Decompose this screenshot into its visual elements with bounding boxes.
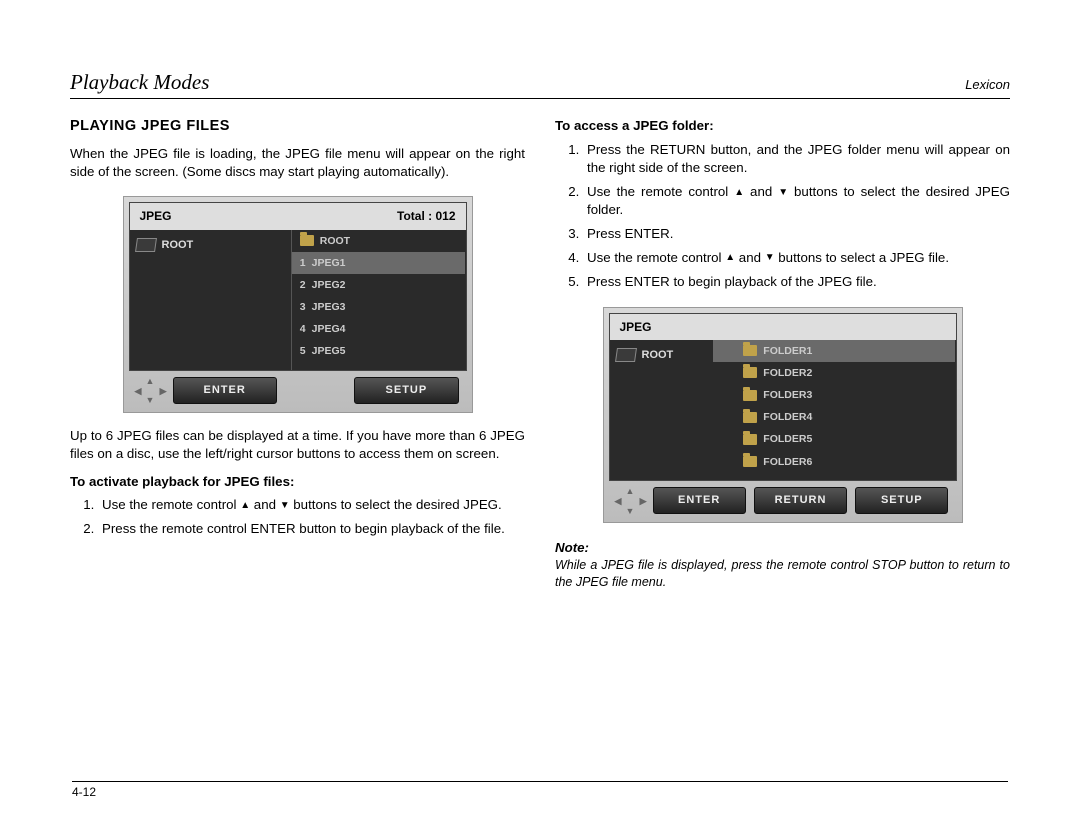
list-item: FOLDER5	[713, 428, 955, 450]
screenshot-titlebar: JPEG	[610, 314, 956, 340]
dpad-icon: ◀▶	[137, 377, 165, 405]
folder-icon	[743, 345, 757, 356]
note-label: Note:	[555, 539, 1010, 557]
content-columns: PLAYING JPEG FILES When the JPEG file is…	[70, 117, 1010, 590]
folder-list-pane: FOLDER1 FOLDER2 FOLDER3 FOLDER4 FOLDER5 …	[713, 340, 955, 480]
activate-steps: Use the remote control ▲ and ▼ buttons t…	[98, 496, 525, 538]
title-left: JPEG	[620, 319, 652, 335]
up-arrow-icon: ▲	[734, 186, 744, 200]
list-item: 2JPEG2	[292, 274, 466, 296]
list-item: FOLDER1	[713, 340, 955, 362]
sub-heading: To access a JPEG folder:	[555, 117, 1010, 135]
screenshot-footer: ◀▶ ENTER SETUP	[129, 371, 467, 407]
list-item: FOLDER3	[713, 384, 955, 406]
file-list-pane: ROOT 1JPEG1 2JPEG2 3JPEG3 4JPEG4 5JPEG5	[291, 230, 466, 370]
step: Press the remote control ENTER button to…	[98, 520, 525, 538]
folder-icon	[300, 235, 314, 246]
below-image-paragraph: Up to 6 JPEG files can be displayed at a…	[70, 427, 525, 463]
note-text: While a JPEG file is displayed, press th…	[555, 557, 1010, 591]
up-arrow-icon: ▲	[725, 251, 735, 265]
return-button: RETURN	[754, 487, 847, 514]
step: Press ENTER.	[583, 225, 1010, 243]
jpeg-folder-menu-screenshot: JPEG ROOT FOLDER1 FOLDER2 FOLDER3 FOLDER…	[603, 307, 963, 523]
root-label: ROOT	[162, 238, 194, 253]
down-arrow-icon: ▼	[280, 499, 290, 513]
list-item: 3JPEG3	[292, 296, 466, 318]
folder-icon	[743, 367, 757, 378]
page-header: Playback Modes Lexicon	[70, 70, 1010, 99]
folder-icon	[743, 434, 757, 445]
step: Press the RETURN button, and the JPEG fo…	[583, 141, 1010, 177]
folder-pane: ROOT	[130, 230, 291, 370]
intro-paragraph: When the JPEG file is loading, the JPEG …	[70, 145, 525, 181]
folder-icon	[743, 412, 757, 423]
up-arrow-icon: ▲	[240, 499, 250, 513]
list-item: FOLDER2	[713, 362, 955, 384]
right-column: To access a JPEG folder: Press the RETUR…	[555, 117, 1010, 590]
open-folder-icon	[135, 238, 157, 252]
title-left: JPEG	[140, 208, 172, 224]
page-number: 4-12	[72, 781, 1008, 799]
setup-button: SETUP	[354, 377, 458, 404]
step: Press ENTER to begin playback of the JPE…	[583, 273, 1010, 291]
list-item: FOLDER4	[713, 406, 955, 428]
list-item: 4JPEG4	[292, 318, 466, 340]
list-item: FOLDER6	[713, 451, 955, 473]
left-column: PLAYING JPEG FILES When the JPEG file is…	[70, 117, 525, 590]
root-label: ROOT	[642, 348, 674, 363]
down-arrow-icon: ▼	[778, 186, 788, 200]
dpad-icon: ◀▶	[617, 487, 645, 515]
setup-button: SETUP	[855, 487, 948, 514]
title-total: Total : 012	[397, 208, 455, 224]
folder-pane: ROOT	[610, 340, 714, 480]
jpeg-file-menu-screenshot: JPEG Total : 012 ROOT ROOT 1JPEG1 2JPEG2…	[123, 196, 473, 412]
access-folder-steps: Press the RETURN button, and the JPEG fo…	[583, 141, 1010, 291]
brand-name: Lexicon	[965, 77, 1010, 92]
sub-heading: To activate playback for JPEG files:	[70, 473, 525, 491]
open-folder-icon	[615, 348, 637, 362]
step: Use the remote control ▲ and ▼ buttons t…	[583, 183, 1010, 219]
enter-button: ENTER	[173, 377, 277, 404]
list-item: ROOT	[292, 230, 466, 252]
screenshot-footer: ◀▶ ENTER RETURN SETUP	[609, 481, 957, 517]
step: Use the remote control ▲ and ▼ buttons t…	[98, 496, 525, 514]
list-item: 1JPEG1	[292, 252, 466, 274]
enter-button: ENTER	[653, 487, 746, 514]
screenshot-titlebar: JPEG Total : 012	[130, 203, 466, 229]
folder-icon	[743, 456, 757, 467]
list-item: 5JPEG5	[292, 340, 466, 362]
section-title: PLAYING JPEG FILES	[70, 117, 525, 137]
step: Use the remote control ▲ and ▼ buttons t…	[583, 249, 1010, 267]
folder-icon	[743, 390, 757, 401]
down-arrow-icon: ▼	[765, 251, 775, 265]
section-name: Playback Modes	[70, 70, 209, 95]
